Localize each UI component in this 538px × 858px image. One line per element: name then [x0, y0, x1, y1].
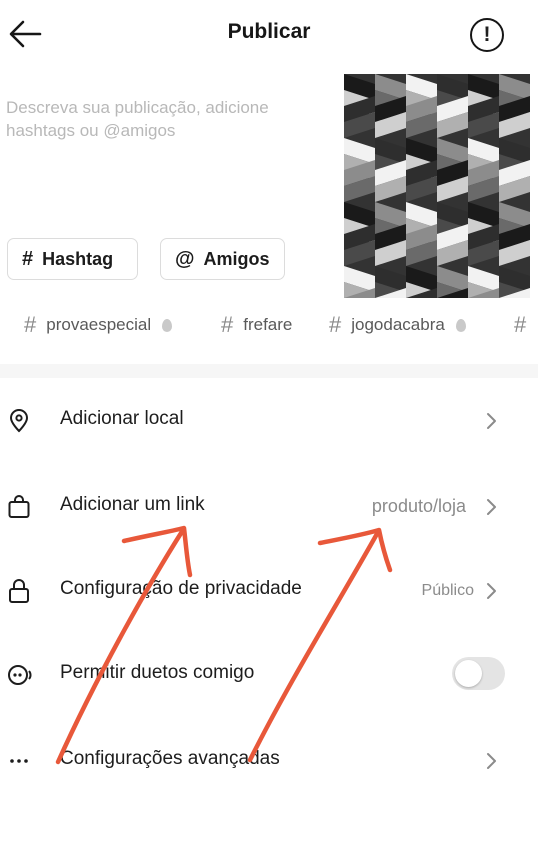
advanced-settings-label: Configurações avançadas	[60, 748, 280, 769]
page-title: Publicar	[227, 20, 311, 43]
add-location-row[interactable]: Adicionar local	[0, 390, 538, 450]
suggestion-frefare[interactable]: # frefare	[221, 312, 292, 338]
at-icon: @	[175, 247, 195, 270]
hash-icon: #	[22, 247, 34, 270]
chevron-right-icon	[484, 496, 500, 518]
suggestion-jogodacabra[interactable]: # jogodacabra	[329, 312, 466, 338]
suggestion-partial[interactable]: #	[514, 312, 536, 338]
lock-icon	[6, 578, 32, 604]
suggestion-label: jogodacabra	[351, 315, 445, 334]
suggestion-label: provaespecial	[46, 315, 152, 334]
privacy-value: Público	[421, 582, 474, 599]
hash-icon: #	[221, 312, 234, 337]
chevron-right-icon	[484, 410, 500, 432]
hash-icon: #	[514, 312, 527, 337]
suggestion-provaespecial[interactable]: # provaespecial	[24, 312, 173, 338]
toggle-knob	[455, 660, 482, 687]
add-link-row[interactable]: Adicionar um link produto/loja	[0, 476, 538, 536]
info-icon[interactable]: !	[470, 18, 504, 52]
top-bar: Publicar !	[0, 0, 538, 66]
chevron-right-icon	[484, 580, 500, 602]
suggestion-label: frefare	[243, 315, 293, 334]
add-link-value: produto/loja	[371, 496, 466, 516]
chevron-right-icon	[484, 750, 500, 772]
hashtag-button[interactable]: # Hashtag	[7, 238, 138, 280]
flame-icon	[162, 318, 173, 332]
hash-icon: #	[24, 312, 37, 337]
add-link-label: Adicionar um link	[60, 494, 205, 515]
advanced-settings-row[interactable]: Configurações avançadas	[0, 730, 538, 790]
hashtag-button-label: Hashtag	[42, 248, 114, 269]
duet-toggle[interactable]	[452, 657, 505, 690]
flame-icon	[455, 318, 466, 332]
duet-label: Permitir duetos comigo	[60, 662, 255, 683]
amigos-button-label: Amigos	[203, 248, 270, 269]
section-divider	[0, 364, 538, 378]
location-pin-icon	[6, 408, 32, 434]
privacy-label: Configuração de privacidade	[60, 578, 302, 599]
more-icon	[6, 748, 32, 774]
hash-icon: #	[329, 312, 342, 337]
video-thumbnail[interactable]	[344, 74, 530, 298]
privacy-row[interactable]: Configuração de privacidade Público	[0, 560, 538, 620]
add-location-label: Adicionar local	[60, 408, 184, 429]
hashtag-suggestions: # provaespecial # frefare # jogodacabra …	[0, 306, 538, 340]
duet-icon	[6, 662, 32, 688]
amigos-button[interactable]: @ Amigos	[160, 238, 285, 280]
shopping-bag-icon	[6, 494, 32, 520]
caption-input[interactable]: Descreva sua publicação, adicione hashta…	[6, 96, 306, 142]
